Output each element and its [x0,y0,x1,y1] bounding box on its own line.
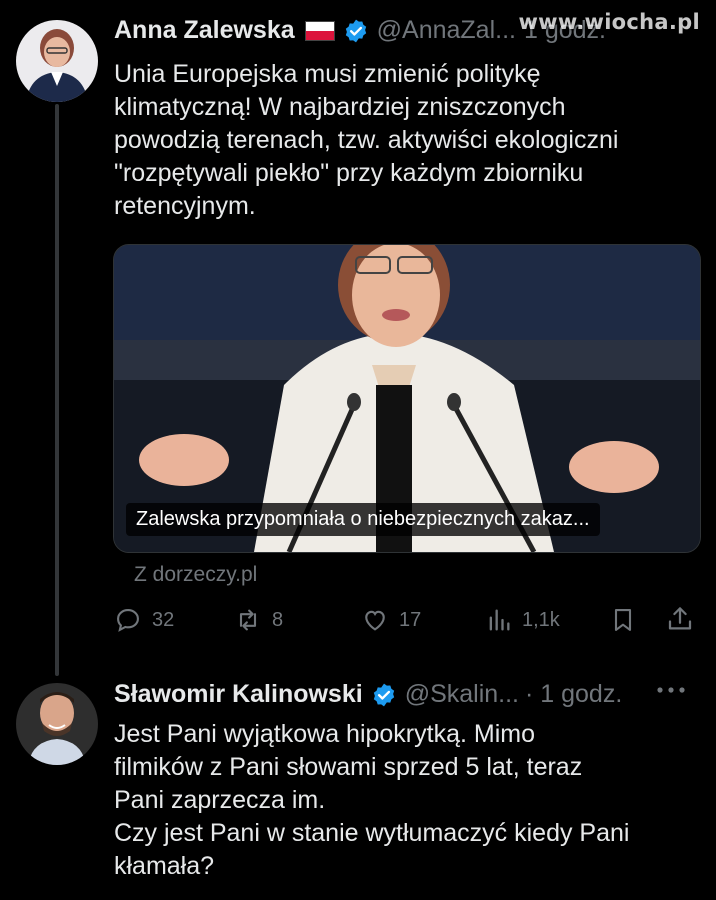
like-count: 17 [399,608,422,631]
verified-badge-icon [345,19,366,42]
tweet1-text: Unia Europejska musi zmienić politykę kl… [114,60,619,220]
post-time[interactable]: · 1 godz. [525,680,622,709]
author-handle[interactable]: @Skalin... [405,680,519,709]
tweet2-header: Sławomir Kalinowski @Skalin... · 1 godz. [114,680,622,709]
heart-icon [365,610,385,631]
more-options-icon[interactable] [656,684,686,696]
bookmark-icon[interactable] [609,605,637,635]
author-name[interactable]: Sławomir Kalinowski [114,680,363,709]
repost-count: 8 [272,608,284,631]
repost-icon [239,609,257,631]
share-icon[interactable] [665,604,695,634]
avatar-anna[interactable] [16,20,98,102]
thread-line [55,104,59,676]
media-caption: Zalewska przypomniała o niebezpiecznych … [126,503,600,536]
repost-button[interactable]: 8 [232,606,283,634]
view-count: 1,1k [522,608,560,631]
reply-button[interactable]: 32 [112,606,174,634]
link-source[interactable]: Z dorzeczy.pl [134,563,257,587]
author-handle[interactable]: @AnnaZal... [377,16,516,45]
like-button[interactable]: 17 [359,606,421,634]
poland-flag-icon [304,20,335,41]
author-name[interactable]: Anna Zalewska [114,16,295,45]
action-bar: 32 8 17 1,1k [112,601,702,637]
reply-icon [117,609,139,632]
avatar-slawomir[interactable] [16,683,98,765]
verified-badge-icon [373,683,394,706]
tweet2-text: Jest Pani wyjątkowa hipokrytką. Mimo fil… [114,720,630,880]
watermark: www.wiocha.pl [518,10,700,34]
analytics-icon [489,609,510,631]
avatar-image [16,683,98,765]
reply-count: 32 [152,608,175,631]
views-button[interactable]: 1,1k [484,606,560,634]
avatar-image [16,20,98,102]
